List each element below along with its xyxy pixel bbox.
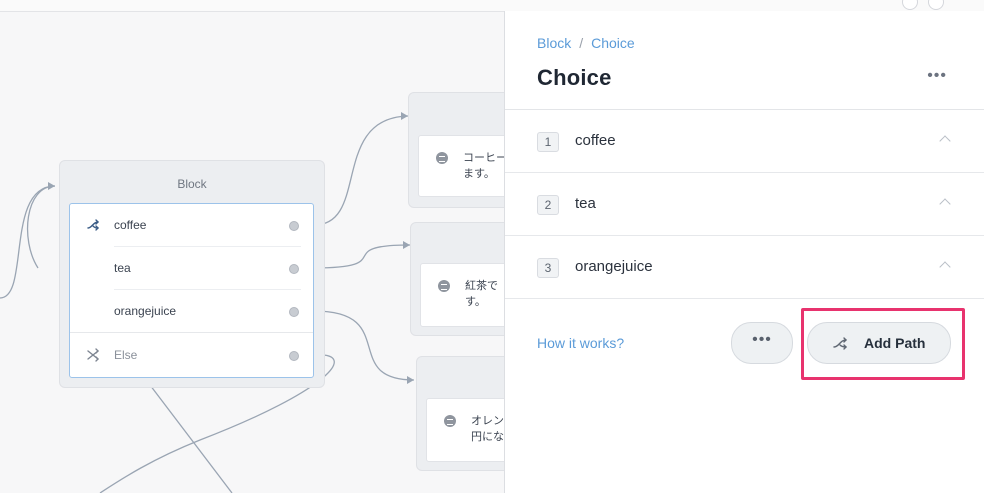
chevron-up-icon[interactable]: [939, 261, 951, 273]
block-node[interactable]: Block coffee tea orangejuice Else: [59, 160, 325, 388]
path-number-badge: 1: [537, 132, 559, 152]
message-node-orangejuice[interactable]: オレン 円にな: [416, 356, 504, 471]
output-port[interactable]: [289, 307, 299, 317]
toolbar-icon[interactable]: [928, 0, 944, 10]
path-label: orangejuice: [575, 258, 653, 275]
chevron-up-icon[interactable]: [939, 198, 951, 210]
message-node-coffee[interactable]: コーヒー ます。: [408, 92, 504, 208]
chevron-up-icon[interactable]: [939, 135, 951, 147]
choice-label: tea: [114, 261, 131, 275]
breadcrumb-block-link[interactable]: Block: [537, 35, 571, 51]
path-number-badge: 2: [537, 195, 559, 215]
message-card: 紅茶で す。: [420, 263, 504, 327]
output-port[interactable]: [289, 264, 299, 274]
chat-bubble-icon: [444, 415, 456, 427]
choice-panel: Block / Choice Choice ••• 1 coffee 2 tea 3…: [504, 11, 984, 493]
shuffle-cross-icon: [87, 348, 99, 362]
message-card: オレン 円にな: [426, 398, 504, 462]
breadcrumb-choice-link[interactable]: Choice: [591, 35, 635, 51]
breadcrumb-separator: /: [579, 35, 584, 51]
message-text: 紅茶で す。: [465, 280, 498, 308]
choice-list: coffee tea orangejuice Else: [69, 203, 314, 378]
path-label: tea: [575, 195, 596, 212]
divider: [70, 332, 313, 333]
how-it-works-link[interactable]: How it works?: [537, 335, 624, 351]
choice-label: coffee: [114, 218, 147, 232]
message-card: コーヒー ます。: [418, 135, 504, 197]
message-node-tea[interactable]: 紅茶で す。: [410, 222, 504, 336]
path-row-tea[interactable]: 2 tea: [505, 173, 984, 236]
choice-row-coffee[interactable]: coffee: [70, 204, 313, 247]
highlight-box: [801, 308, 965, 380]
more-options-button[interactable]: •••: [731, 322, 793, 364]
shuffle-path-icon: [87, 219, 99, 231]
chat-bubble-icon: [436, 152, 448, 164]
choice-row-else[interactable]: Else: [70, 334, 313, 377]
message-text: オレン 円にな: [471, 415, 504, 443]
output-port[interactable]: [289, 221, 299, 231]
breadcrumb: Block / Choice: [537, 35, 635, 51]
toolbar-icon[interactable]: [902, 0, 918, 10]
choice-label: Else: [114, 348, 138, 362]
page-title: Choice: [537, 65, 612, 90]
title-more-button[interactable]: •••: [927, 68, 947, 84]
chat-bubble-icon: [438, 280, 450, 292]
output-port[interactable]: [289, 351, 299, 361]
path-row-coffee[interactable]: 1 coffee: [505, 110, 984, 173]
choice-row-orangejuice[interactable]: orangejuice: [70, 290, 313, 333]
block-node-title: Block: [177, 177, 207, 191]
path-label: coffee: [575, 132, 616, 149]
path-number-badge: 3: [537, 258, 559, 278]
choice-row-tea[interactable]: tea: [70, 247, 313, 290]
choice-label: orangejuice: [114, 304, 177, 318]
message-text: コーヒー ます。: [463, 152, 504, 180]
path-row-orangejuice[interactable]: 3 orangejuice: [505, 236, 984, 299]
flow-canvas[interactable]: Block coffee tea orangejuice Else コーヒー ま…: [0, 0, 504, 493]
